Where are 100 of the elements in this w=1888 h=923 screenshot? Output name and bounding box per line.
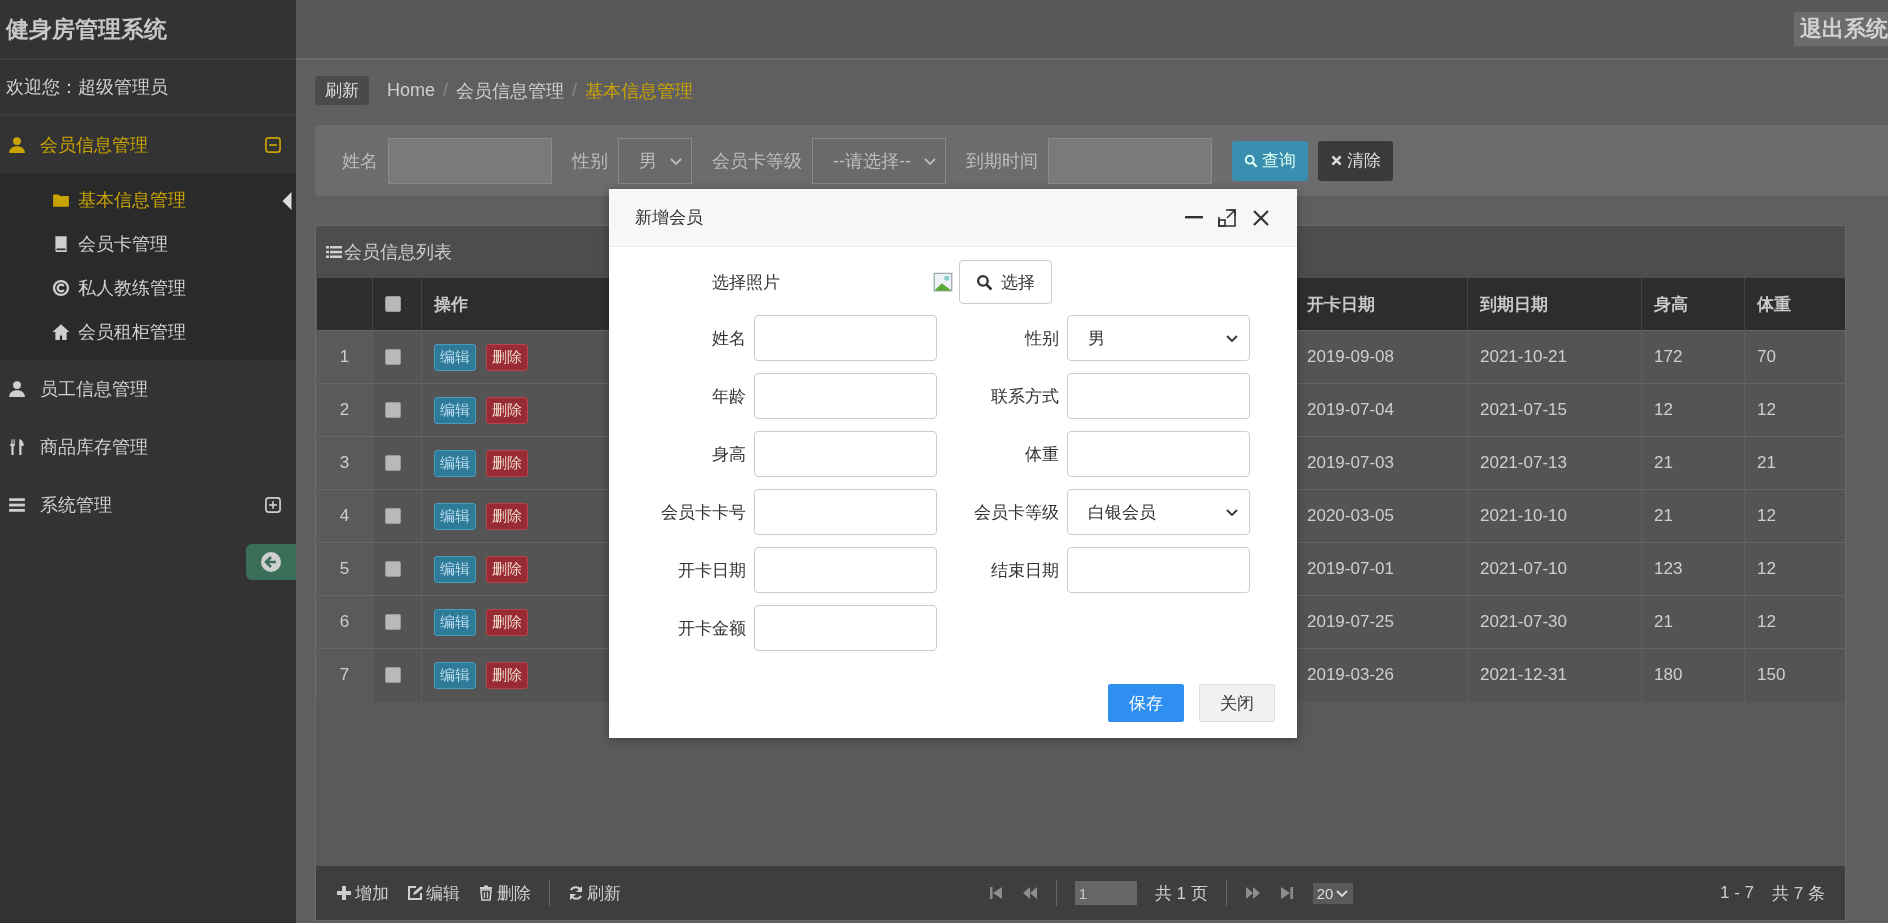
- input-field[interactable]: [754, 489, 937, 535]
- delete-button[interactable]: 删除: [486, 502, 528, 530]
- delete-button[interactable]: 删除: [486, 555, 528, 583]
- row-number: 1: [316, 330, 373, 384]
- house-icon: [52, 323, 70, 341]
- form-label: 会员卡等级: [973, 501, 1059, 524]
- form-select[interactable]: 男: [1067, 315, 1250, 361]
- column-header: 身高: [1641, 278, 1745, 331]
- minimize-icon: [1185, 216, 1203, 219]
- delete-button[interactable]: 删除: [486, 449, 528, 477]
- maximize-button[interactable]: [1217, 207, 1237, 228]
- delete-button[interactable]: 删除: [486, 343, 528, 371]
- table-cell: 21: [1641, 595, 1745, 649]
- next-page-button[interactable]: [1244, 885, 1261, 901]
- toolbar-button[interactable]: 编辑: [407, 881, 460, 905]
- clear-button[interactable]: 清除: [1318, 140, 1393, 181]
- sidebar-submenu-item[interactable]: 会员卡管理: [0, 222, 296, 266]
- sidebar-submenu-item[interactable]: 私人教练管理: [0, 266, 296, 310]
- refresh-button[interactable]: 刷新: [315, 76, 369, 105]
- table-cell: 70: [1744, 330, 1845, 384]
- edit-button[interactable]: 编辑: [434, 343, 476, 371]
- search-field[interactable]: [388, 137, 552, 184]
- sidebar-menu-item[interactable]: 会员信息管理: [0, 116, 296, 174]
- close-dialog-button[interactable]: 关闭: [1199, 684, 1275, 722]
- select-all-checkbox[interactable]: [385, 296, 401, 312]
- query-button[interactable]: 查询: [1232, 140, 1308, 181]
- row-checkbox[interactable]: [385, 508, 401, 524]
- last-page-button[interactable]: [1278, 885, 1295, 901]
- toolbar-button[interactable]: 刷新: [568, 881, 621, 905]
- sidebar-menu-item[interactable]: 员工信息管理: [0, 360, 296, 418]
- input-field[interactable]: [1067, 547, 1250, 593]
- sidebar-submenu-item[interactable]: 会员租柜管理: [0, 310, 296, 354]
- input-field[interactable]: [754, 373, 937, 419]
- search-label: 到期时间: [966, 149, 1038, 173]
- delete-button[interactable]: 删除: [486, 661, 528, 689]
- row-checkbox[interactable]: [385, 614, 401, 630]
- page-size-select[interactable]: 20: [1312, 882, 1354, 904]
- toolbar-button[interactable]: 删除: [478, 881, 531, 905]
- sidebar-submenu-item[interactable]: 基本信息管理: [0, 178, 296, 222]
- table-cell: 2021-07-30: [1467, 595, 1642, 649]
- page-number-field[interactable]: 1: [1074, 881, 1137, 905]
- edit-button[interactable]: 编辑: [434, 502, 476, 530]
- maximize-icon: [1217, 207, 1237, 228]
- save-button[interactable]: 保存: [1108, 684, 1184, 722]
- row-number: 3: [316, 436, 373, 490]
- column-header: 体重: [1744, 278, 1845, 331]
- search-field[interactable]: [1048, 137, 1212, 184]
- table-cell: 21: [1744, 436, 1845, 490]
- edit-button[interactable]: 编辑: [434, 608, 476, 636]
- table-cell: 12: [1744, 542, 1845, 596]
- logout-button[interactable]: 退出系统: [1794, 12, 1888, 46]
- delete-button[interactable]: 删除: [486, 608, 528, 636]
- table-cell: 21: [1641, 436, 1745, 490]
- arrow-left-icon: [260, 551, 282, 573]
- row-checkbox[interactable]: [385, 455, 401, 471]
- edit-button[interactable]: 编辑: [434, 449, 476, 477]
- breadcrumb-link[interactable]: Home: [387, 80, 435, 101]
- row-number: 6: [316, 595, 373, 649]
- close-button[interactable]: [1251, 207, 1271, 228]
- sidebar-menu-item[interactable]: 系统管理: [0, 476, 296, 534]
- input-field[interactable]: [754, 431, 937, 477]
- table-cell: 2021-07-10: [1467, 542, 1642, 596]
- table-cell: 12: [1744, 489, 1845, 543]
- form-select[interactable]: 白银会员: [1067, 489, 1250, 535]
- input-field[interactable]: [754, 605, 937, 651]
- row-checkbox[interactable]: [385, 349, 401, 365]
- person-icon: [8, 380, 26, 398]
- table-cell: 2021-10-10: [1467, 489, 1642, 543]
- delete-button[interactable]: 删除: [486, 396, 528, 424]
- table-cell: 2019-07-04: [1294, 383, 1468, 437]
- row-checkbox[interactable]: [385, 667, 401, 684]
- table-cell: 12: [1744, 595, 1845, 649]
- previous-page-button[interactable]: [1021, 885, 1038, 901]
- edit-button[interactable]: 编辑: [434, 555, 476, 583]
- table-cell: 172: [1641, 330, 1745, 384]
- table-cell: 21: [1641, 489, 1745, 543]
- broken-image-icon: [933, 272, 953, 292]
- table-cell: 2021-07-13: [1467, 436, 1642, 490]
- next-page-icon: [1244, 885, 1261, 901]
- edit-button[interactable]: 编辑: [434, 396, 476, 424]
- choose-photo-button[interactable]: 选择: [959, 260, 1052, 304]
- sidebar-menu-item[interactable]: 商品库存管理: [0, 418, 296, 476]
- table-cell: 12: [1744, 383, 1845, 437]
- table-cell: 2019-07-03: [1294, 436, 1468, 490]
- input-field[interactable]: [1067, 373, 1250, 419]
- input-field[interactable]: [754, 315, 937, 361]
- trash-icon: [478, 885, 494, 901]
- collapse-sidebar-button[interactable]: [246, 544, 296, 580]
- input-field[interactable]: [1067, 431, 1250, 477]
- toolbar-button[interactable]: 增加: [336, 881, 389, 905]
- breadcrumb-separator: /: [443, 80, 449, 101]
- input-field[interactable]: [754, 547, 937, 593]
- minimize-button[interactable]: [1185, 216, 1203, 219]
- edit-button[interactable]: 编辑: [434, 661, 476, 689]
- form-label: 开卡日期: [677, 559, 746, 582]
- first-page-button[interactable]: [987, 885, 1004, 901]
- first-page-icon: [987, 885, 1004, 901]
- breadcrumb-link[interactable]: 会员信息管理: [456, 78, 565, 103]
- row-checkbox[interactable]: [385, 561, 401, 577]
- row-checkbox[interactable]: [385, 402, 401, 418]
